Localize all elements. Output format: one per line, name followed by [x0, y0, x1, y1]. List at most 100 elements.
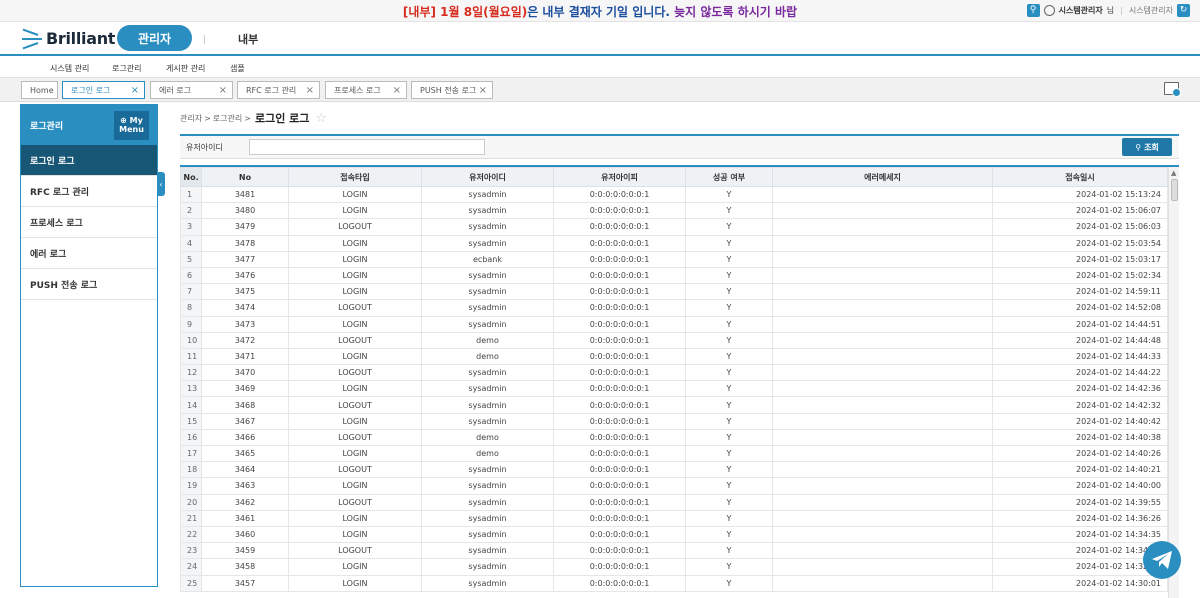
- close-icon[interactable]: ×: [306, 85, 314, 96]
- table-cell: 2024-01-02 14:34:32: [992, 542, 1168, 560]
- column-header[interactable]: 유저아이피: [553, 167, 686, 187]
- my-menu-button[interactable]: ⊕ My Menu: [114, 111, 149, 140]
- table-row[interactable]: 4 3478 LOGIN sysadmin 0:0:0:0:0:0:0:1 Y 2024-0…: [180, 234, 1168, 252]
- table-cell: 3457: [201, 574, 289, 592]
- sidebar-header: 로그관리 ⊕ My Menu: [21, 105, 157, 145]
- user-id-input[interactable]: [249, 139, 485, 155]
- menu-item-system[interactable]: 시스템 관리: [50, 63, 89, 74]
- column-header[interactable]: 에러메세지: [772, 167, 993, 187]
- table-row[interactable]: 18 3464 LOGOUT sysadmin 0:0:0:0:0:0:0:1 Y 2024…: [180, 461, 1168, 479]
- table-cell: Y: [685, 380, 773, 398]
- table-row[interactable]: 17 3465 LOGIN demo 0:0:0:0:0:0:0:1 Y 2024-01-0…: [180, 444, 1168, 463]
- table-cell: Y: [685, 558, 773, 576]
- sidebar-collapse-toggle[interactable]: ‹: [157, 172, 165, 196]
- brand-name: Brilliant: [46, 29, 116, 48]
- column-header[interactable]: 접속일시: [992, 167, 1168, 187]
- screen-icon[interactable]: [1164, 82, 1181, 97]
- plus-icon: ⊕: [120, 116, 127, 125]
- table-cell: ecbank: [421, 250, 554, 268]
- close-icon[interactable]: ×: [479, 85, 487, 96]
- table-cell: sysadmin: [421, 283, 554, 301]
- table-cell: LOGIN: [288, 283, 422, 301]
- table-row[interactable]: 23 3459 LOGOUT sysadmin 0:0:0:0:0:0:0:1 Y 2024…: [180, 542, 1168, 560]
- menu-item-log[interactable]: 로그관리: [112, 63, 141, 74]
- table-row[interactable]: 3 3479 LOGOUT sysadmin 0:0:0:0:0:0:0:1 Y 2024-…: [180, 218, 1168, 236]
- table-row[interactable]: 16 3466 LOGOUT demo 0:0:0:0:0:0:0:1 Y 2024-01-…: [180, 428, 1168, 447]
- table-row[interactable]: 5 3477 LOGIN ecbank 0:0:0:0:0:0:0:1 Y 2024-01-…: [180, 250, 1168, 268]
- sidebar-item-login-log[interactable]: 로그인 로그: [21, 145, 157, 176]
- breadcrumb-root[interactable]: 관리자: [180, 113, 202, 124]
- column-header[interactable]: No: [201, 167, 289, 187]
- mymenu-label-2: Menu: [119, 125, 144, 134]
- column-header[interactable]: No.: [180, 167, 202, 187]
- search-button[interactable]: ⚲ 조회: [1122, 138, 1172, 156]
- tab-process-log[interactable]: 프로세스 로그 ×: [325, 81, 407, 99]
- close-icon[interactable]: ×: [219, 85, 227, 96]
- table-cell: LOGIN: [288, 380, 422, 398]
- tab-login-log[interactable]: 로그인 로그 ×: [62, 81, 145, 99]
- close-icon[interactable]: ×: [393, 85, 401, 96]
- table-row[interactable]: 24 3458 LOGIN sysadmin 0:0:0:0:0:0:0:1 Y 2024-…: [180, 558, 1168, 576]
- table-row[interactable]: 21 3461 LOGIN sysadmin 0:0:0:0:0:0:0:1 Y 2024-…: [180, 509, 1168, 527]
- sidebar-item-error-log[interactable]: 에러 로그: [21, 238, 157, 269]
- table-cell: sysadmin: [421, 299, 554, 317]
- table-cell: 0:0:0:0:0:0:0:1: [553, 525, 686, 544]
- vertical-scrollbar[interactable]: ▲: [1168, 167, 1179, 598]
- table-row[interactable]: 22 3460 LOGIN sysadmin 0:0:0:0:0:0:0:1 Y 2024-…: [180, 525, 1168, 544]
- table-row[interactable]: 20 3462 LOGOUT sysadmin 0:0:0:0:0:0:0:1 Y 2024…: [180, 493, 1168, 511]
- sidebar-item-process-log[interactable]: 프로세스 로그: [21, 207, 157, 238]
- telegram-button[interactable]: [1143, 541, 1181, 579]
- table-row[interactable]: 11 3471 LOGIN demo 0:0:0:0:0:0:0:1 Y 2024-01-0…: [180, 347, 1168, 366]
- tab-error-log[interactable]: 에러 로그 ×: [150, 81, 233, 99]
- menu-item-sample[interactable]: 샘플: [230, 63, 245, 74]
- table-row[interactable]: 13 3469 LOGIN sysadmin 0:0:0:0:0:0:0:1 Y 2024-…: [180, 380, 1168, 398]
- header: Brilliant 관리자 내부: [0, 22, 1200, 56]
- scroll-thumb[interactable]: [1171, 179, 1178, 201]
- table-cell: sysadmin: [421, 380, 554, 398]
- user-name[interactable]: 시스템관리자: [1059, 5, 1103, 16]
- sidebar-item-push-log[interactable]: PUSH 전송 로그: [21, 269, 157, 300]
- table-row[interactable]: 14 3468 LOGOUT sysadmin 0:0:0:0:0:0:0:1 Y 2024…: [180, 396, 1168, 414]
- table-row[interactable]: 2 3480 LOGIN sysadmin 0:0:0:0:0:0:0:1 Y 2024-0…: [180, 202, 1168, 220]
- column-header[interactable]: 성공 여부: [685, 167, 773, 187]
- scroll-up-icon[interactable]: ▲: [1171, 169, 1176, 177]
- table-row[interactable]: 25 3457 LOGIN sysadmin 0:0:0:0:0:0:0:1 Y 2024-…: [180, 574, 1168, 592]
- table-cell: [772, 509, 993, 527]
- table-row[interactable]: 7 3475 LOGIN sysadmin 0:0:0:0:0:0:0:1 Y 2024-0…: [180, 283, 1168, 301]
- table-cell: 2024-01-02 15:03:54: [992, 234, 1168, 252]
- tab-home[interactable]: Home: [21, 81, 58, 99]
- table-row[interactable]: 15 3467 LOGIN sysadmin 0:0:0:0:0:0:0:1 Y 2024-…: [180, 412, 1168, 430]
- table-cell: 0:0:0:0:0:0:0:1: [553, 428, 686, 447]
- user-icon[interactable]: [1043, 5, 1055, 16]
- column-header[interactable]: 접속타입: [288, 167, 422, 187]
- sidebar-item-rfc-log[interactable]: RFC 로그 관리: [21, 176, 157, 207]
- table-cell: sysadmin: [421, 218, 554, 236]
- column-header[interactable]: 유저아이디: [421, 167, 554, 187]
- refresh-icon[interactable]: ↻: [1177, 4, 1190, 17]
- logo[interactable]: Brilliant: [22, 28, 116, 49]
- table-row[interactable]: 10 3472 LOGOUT demo 0:0:0:0:0:0:0:1 Y 2024-01-…: [180, 331, 1168, 349]
- table-row[interactable]: 9 3473 LOGIN sysadmin 0:0:0:0:0:0:0:1 Y 2024-0…: [180, 315, 1168, 333]
- table-row[interactable]: 6 3476 LOGIN sysadmin 0:0:0:0:0:0:0:1 Y 2024-0…: [180, 266, 1168, 285]
- breadcrumb-separator: >: [204, 113, 211, 123]
- table-cell: Y: [685, 234, 773, 252]
- table-row[interactable]: 19 3463 LOGIN sysadmin 0:0:0:0:0:0:0:1 Y 2024-…: [180, 477, 1168, 495]
- table-cell: 0:0:0:0:0:0:0:1: [553, 574, 686, 592]
- table-cell: [772, 185, 993, 204]
- search-icon[interactable]: ⚲: [1026, 4, 1040, 17]
- tab-rfc-log[interactable]: RFC 로그 관리 ×: [237, 81, 320, 99]
- table-cell: 3461: [201, 509, 289, 527]
- table-row[interactable]: 1 3481 LOGIN sysadmin 0:0:0:0:0:0:0:1 Y 2024-0…: [180, 185, 1168, 204]
- breadcrumb-parent[interactable]: 로그관리: [213, 113, 242, 124]
- header-tab-internal[interactable]: 내부: [238, 31, 258, 47]
- table-cell: Y: [685, 266, 773, 285]
- data-table: No. No 접속타입 유저아이디 유저아이피 성공 여부 에러메세지 접속일시 1 3481 L…: [180, 167, 1168, 592]
- star-icon[interactable]: ☆: [315, 111, 327, 126]
- tab-push-log[interactable]: PUSH 전송 로그 ×: [411, 81, 493, 99]
- table-row[interactable]: 8 3474 LOGOUT sysadmin 0:0:0:0:0:0:0:1 Y 2024-…: [180, 299, 1168, 317]
- table-cell: 3470: [201, 364, 289, 382]
- table-row[interactable]: 12 3470 LOGOUT sysadmin 0:0:0:0:0:0:0:1 Y 2024…: [180, 364, 1168, 382]
- header-tab-admin[interactable]: 관리자: [117, 25, 192, 51]
- menu-item-board[interactable]: 게시판 관리: [166, 63, 205, 74]
- close-icon[interactable]: ×: [131, 85, 139, 96]
